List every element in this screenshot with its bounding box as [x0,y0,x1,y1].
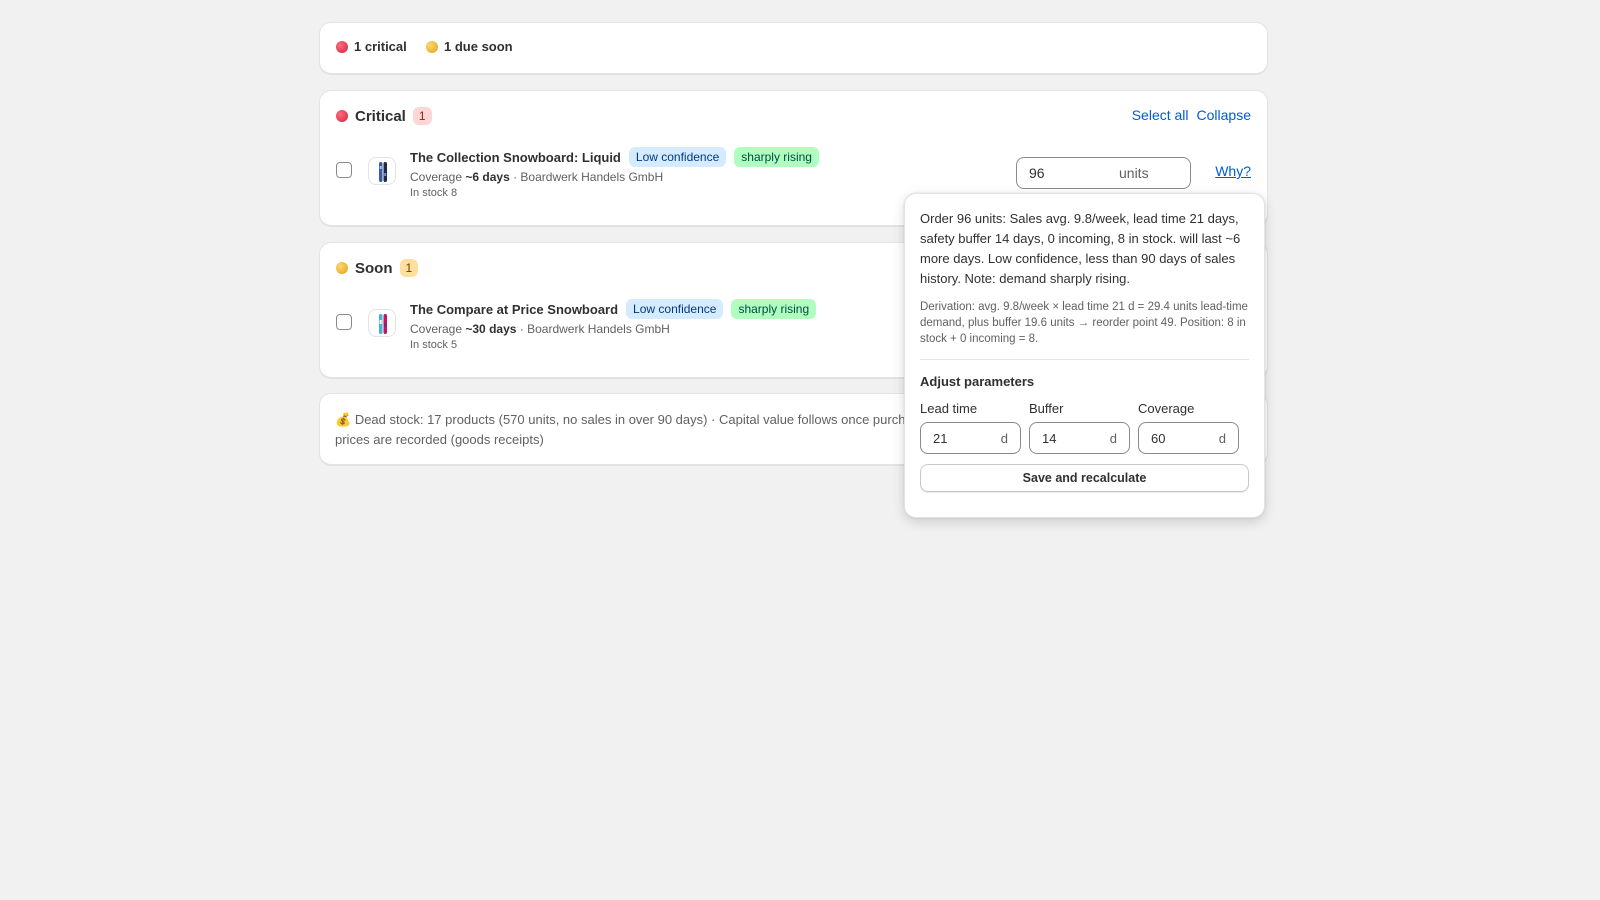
collapse-link[interactable]: Collapse [1197,107,1251,123]
soon-dot-icon [336,262,348,274]
money-bag-icon: 💰 [335,412,352,427]
derivation-text: Derivation: avg. 9.8/week × lead time 21… [920,299,1249,360]
coverage-param-unit: d [1218,431,1226,446]
supplier-name: · Boardwerk Handels GmbH [519,322,670,336]
stock-level: In stock 5 [410,339,458,351]
lead-time-label: Lead time [920,401,978,416]
critical-summary: 1 critical [336,39,407,54]
soon-section-header: Soon 1 [336,259,419,277]
critical-dot-icon [336,110,348,122]
product-name[interactable]: The Compare at Price Snowboard [410,302,618,317]
due-soon-summary: 1 due soon [426,39,513,54]
summary-bar: 1 critical 1 due soon [319,22,1268,74]
dead-stock-message: Dead stock: 17 products (570 units, no s… [335,412,927,447]
product-name[interactable]: The Collection Snowboard: Liquid [410,150,621,165]
lead-time-input[interactable]: 21 d [920,422,1021,454]
critical-dot-icon [336,40,348,53]
buffer-param: Buffer 14 d [1029,401,1130,454]
critical-summary-label: 1 critical [354,39,407,54]
soon-dot-icon [426,40,438,53]
snowboard-image-icon [379,314,387,334]
critical-section-title: Critical [355,107,406,125]
coverage-input[interactable]: 60 d [1138,422,1239,454]
lead-time-value: 21 [933,431,948,446]
coverage-param-value: 60 [1151,431,1166,446]
order-quantity-input[interactable]: 96 units [1016,157,1191,189]
order-quantity-value: 96 [1029,165,1045,181]
parameter-fields: Lead time 21 d Buffer 14 d Coverage 60 d [920,401,1249,454]
product-checkbox[interactable] [336,314,352,330]
product-info: The Collection Snowboard: Liquid Low con… [410,147,819,199]
critical-section-header: Critical 1 [336,107,432,125]
order-explanation: Order 96 units: Sales avg. 9.8/week, lea… [920,211,1241,286]
buffer-unit: d [1109,431,1117,446]
coverage-value: ~6 days [465,170,510,184]
product-info: The Compare at Price Snowboard Low confi… [410,299,817,351]
product-thumbnail [368,309,396,337]
soon-count-badge: 1 [399,259,419,277]
product-coverage: Coverage ~30 days · Boardwerk Handels Gm… [410,322,816,336]
trend-badge: sharply rising [734,147,819,167]
coverage-param: Coverage 60 d [1138,401,1239,454]
soon-section-title: Soon [355,259,393,277]
coverage-value: ~30 days [465,322,517,336]
lead-time-param: Lead time 21 d [920,401,1021,454]
snowboard-image-icon [379,162,387,182]
adjust-parameters-heading: Adjust parameters [920,374,1035,389]
coverage-prefix: Coverage [410,322,463,336]
stock-level: In stock 8 [410,187,458,199]
critical-count-badge: 1 [412,107,432,125]
trend-badge: sharply rising [731,299,817,319]
confidence-badge: Low confidence [626,299,724,319]
select-all-link[interactable]: Select all [1132,107,1189,123]
critical-section-actions: Select all Collapse [1132,107,1251,123]
buffer-value: 14 [1042,431,1057,446]
confidence-badge: Low confidence [628,147,727,167]
lead-time-unit: d [1000,431,1008,446]
supplier-name: · Boardwerk Handels GmbH [513,170,664,184]
due-soon-summary-label: 1 due soon [444,39,513,54]
why-link[interactable]: Why? [1215,163,1251,179]
buffer-input[interactable]: 14 d [1029,422,1130,454]
coverage-prefix: Coverage [410,170,463,184]
dead-stock-text: 💰 Dead stock: 17 products (570 units, no… [335,410,935,450]
order-quantity-unit: units [1119,165,1149,181]
why-popover: Order 96 units: Sales avg. 9.8/week, lea… [904,193,1265,518]
product-thumbnail [368,157,396,185]
save-recalculate-button[interactable]: Save and recalculate [920,464,1249,492]
coverage-label: Coverage [1138,401,1195,416]
product-checkbox[interactable] [336,162,352,178]
product-coverage: Coverage ~6 days · Boardwerk Handels Gmb… [410,170,819,184]
buffer-label: Buffer [1029,401,1064,416]
